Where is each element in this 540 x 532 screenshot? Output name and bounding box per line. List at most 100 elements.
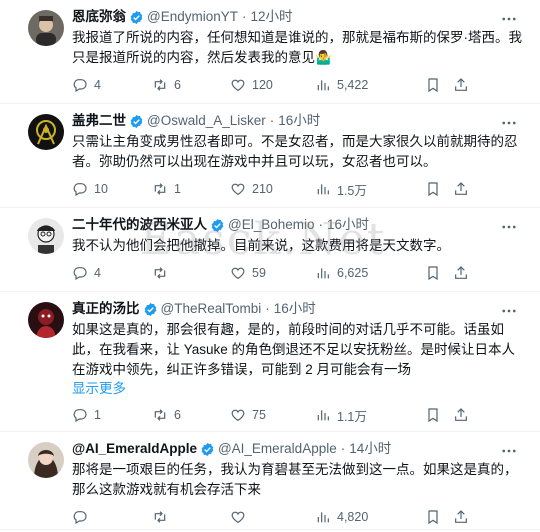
more-options-icon[interactable] [500,10,518,28]
action-bar: 4,820 [72,502,524,532]
handle[interactable]: @TheRealTombi [161,300,262,318]
retweet-button[interactable]: 6 [152,77,230,93]
handle[interactable]: @AI_EmeraldApple [218,440,337,458]
retweet-button[interactable]: 1 [152,181,230,197]
views-button[interactable]: 5,422 [315,77,425,93]
tweet[interactable]: @AI_EmeraldApple @AI_EmeraldApple · 14小时… [0,432,540,530]
timestamp[interactable]: 14小时 [349,440,391,458]
retweet-icon [154,511,166,523]
like-button[interactable]: 120 [230,77,315,93]
tweet[interactable]: 盖弗二世 @Oswald_A_Lisker · 16小时 只需让主角变成男性忍者… [0,104,540,208]
share-icon [455,266,467,279]
reply-button[interactable]: 1 [72,407,152,423]
tweet[interactable]: 真正的汤比 @TheRealTombi · 16小时 如果这是真的，那会很有趣，… [0,292,540,432]
verified-badge-icon [130,114,143,128]
action-bar: 10 1 210 1.5万 [72,174,524,204]
tweet-text: 那将是一项艰巨的任务，我认为育碧甚至无法做到这一点。如果这是真的，那么这款游戏就… [72,462,518,497]
heart-icon [231,79,245,92]
like-count: 75 [252,408,266,422]
reply-icon [73,183,87,197]
avatar[interactable] [28,114,64,150]
bookmark-button[interactable] [425,265,453,281]
avatar[interactable] [28,218,64,254]
views-chart-icon [317,268,329,279]
display-name[interactable]: 二十年代的波西米亚人 [72,216,207,234]
tweet[interactable]: 二十年代的波西米亚人 @El_Bohemio · 16小时 我不认为他们会把他撤… [0,208,540,292]
share-button[interactable] [453,77,471,93]
heart-icon [231,267,245,280]
views-chart-icon [317,410,329,421]
share-icon [455,78,467,91]
tweet-text: 我报道了所说的内容，任何想知道是谁说的，那就是福布斯的保罗·塔西。我只是报道所说… [72,30,522,65]
reply-button[interactable]: 4 [72,265,152,281]
share-button[interactable] [453,407,471,423]
view-count: 6,625 [337,266,369,280]
bookmark-icon [428,408,438,423]
separator-dot: · [340,441,346,456]
tweet-text: 我不认为他们会把他撤掉。目前来说，这款费用将是天文数字。 [72,238,450,253]
retweet-button[interactable]: 6 [152,407,230,423]
views-chart-icon [317,184,329,195]
timestamp[interactable]: 16小时 [274,300,316,318]
timestamp[interactable]: 16小时 [327,216,369,234]
avatar[interactable] [28,10,64,46]
view-count: 1.5万 [337,183,367,198]
share-button[interactable] [453,265,471,281]
heart-icon [231,511,245,524]
show-more-link[interactable]: 显示更多 [72,380,524,398]
bookmark-button[interactable] [425,77,453,93]
bookmark-icon [428,266,438,281]
views-button[interactable]: 1.5万 [315,180,425,199]
verified-badge-icon [201,442,214,456]
like-button[interactable]: 210 [230,181,315,197]
bookmark-button[interactable] [425,181,453,197]
bookmark-icon [428,510,438,525]
views-chart-icon [317,80,329,91]
reply-count: 4 [94,78,101,92]
handle[interactable]: @EndymionYT [147,8,238,26]
retweet-button[interactable] [152,265,230,281]
retweet-icon [154,79,166,91]
display-name[interactable]: @AI_EmeraldApple [72,440,197,458]
handle[interactable]: @El_Bohemio [228,216,315,234]
avatar[interactable] [28,302,64,338]
share-button[interactable] [453,181,471,197]
reply-icon [73,511,87,525]
display-name[interactable]: 盖弗二世 [72,112,126,130]
reply-button[interactable] [72,509,152,525]
share-icon [455,510,467,523]
more-options-icon[interactable] [500,218,518,236]
views-button[interactable]: 1.1万 [315,406,425,425]
retweet-icon [154,267,166,279]
reply-button[interactable]: 10 [72,181,152,197]
like-count: 210 [252,182,273,196]
avatar[interactable] [28,442,64,478]
share-button[interactable] [453,509,471,525]
reply-count: 4 [94,266,101,280]
retweet-count: 6 [174,408,181,422]
handle[interactable]: @Oswald_A_Lisker [147,112,266,130]
reply-button[interactable]: 4 [72,77,152,93]
display-name[interactable]: 恩底弥翁 [72,8,126,26]
like-button[interactable]: 75 [230,407,315,423]
heart-icon [231,183,245,196]
views-button[interactable]: 4,820 [315,509,425,525]
bookmark-button[interactable] [425,509,453,525]
views-button[interactable]: 6,625 [315,265,425,281]
like-button[interactable] [230,509,315,525]
reply-icon [73,409,87,423]
views-chart-icon [317,512,329,523]
more-options-icon[interactable] [500,442,518,460]
tweet-text: 如果这是真的，那会很有趣，是的，前段时间的对话几乎不可能。话虽如此，在我看来，让… [72,322,516,377]
timestamp[interactable]: 16小时 [278,112,320,130]
like-button[interactable]: 59 [230,265,315,281]
separator-dot: · [318,217,324,232]
bookmark-button[interactable] [425,407,453,423]
timestamp[interactable]: 12小时 [251,8,293,26]
display-name[interactable]: 真正的汤比 [72,300,140,318]
like-count: 120 [252,78,273,92]
more-options-icon[interactable] [500,114,518,132]
more-options-icon[interactable] [500,302,518,320]
tweet[interactable]: 恩底弥翁 @EndymionYT · 12小时 我报道了所说的内容，任何想知道是… [0,0,540,104]
retweet-button[interactable] [152,509,230,525]
